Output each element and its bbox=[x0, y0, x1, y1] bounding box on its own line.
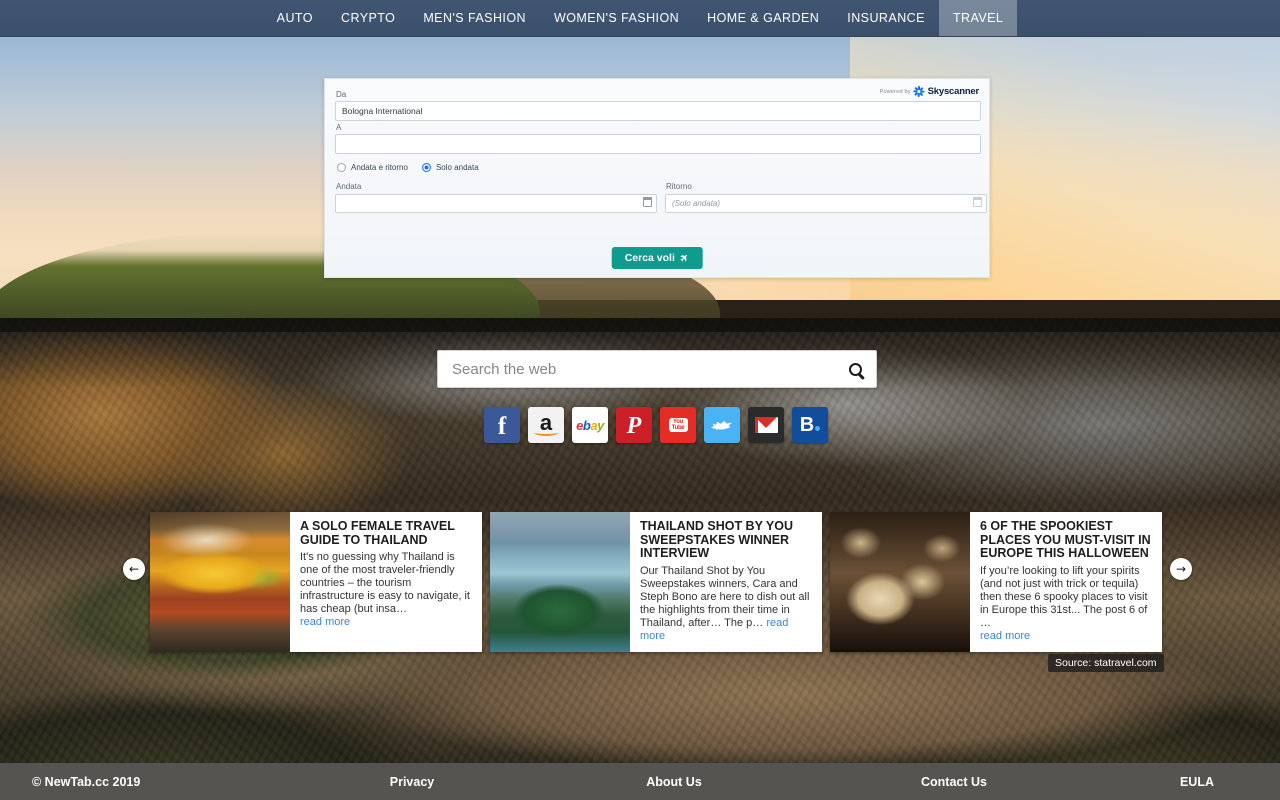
trip-type-group: Andata e ritorno Solo andata bbox=[337, 163, 979, 172]
shortcut-pinterest[interactable]: P bbox=[616, 407, 652, 443]
footer-link-eula[interactable]: EULA bbox=[1096, 775, 1246, 789]
search-submit-button[interactable] bbox=[834, 351, 876, 387]
article-card[interactable]: 6 OF THE SPOOKIEST PLACES YOU MUST-VISIT… bbox=[830, 512, 1162, 652]
nav-item-home-garden[interactable]: HOME & GARDEN bbox=[693, 0, 833, 36]
shortcut-booking[interactable]: B bbox=[792, 407, 828, 443]
nav-item-insurance[interactable]: INSURANCE bbox=[833, 0, 939, 36]
date-fields-row: Andata Ritorno bbox=[335, 180, 987, 213]
article-title: 6 OF THE SPOOKIEST PLACES YOU MUST-VISIT… bbox=[980, 519, 1151, 560]
article-card[interactable]: THAILAND SHOT BY YOU SWEEPSTAKES WINNER … bbox=[490, 512, 822, 652]
twitter-bird-icon bbox=[711, 416, 733, 434]
depart-date-label: Andata bbox=[336, 182, 362, 191]
shortcut-amazon[interactable]: a bbox=[528, 407, 564, 443]
footer-link-contact-us[interactable]: Contact Us bbox=[812, 775, 1096, 789]
return-date-input[interactable] bbox=[665, 194, 987, 213]
skyscanner-wordmark: Skyscanner bbox=[927, 86, 980, 97]
page-footer: © NewTab.cc 2019 Privacy About Us Contac… bbox=[0, 763, 1280, 800]
amazon-smile-icon bbox=[534, 429, 558, 436]
article-excerpt: It's no guessing why Thailand is one of … bbox=[300, 551, 472, 629]
article-excerpt-text: If you’re looking to lift your spirits (… bbox=[980, 564, 1148, 629]
nav-item-womens-fashion[interactable]: WOMEN'S FASHION bbox=[540, 0, 693, 36]
search-input[interactable] bbox=[438, 351, 834, 387]
destination-input[interactable] bbox=[335, 134, 981, 154]
article-excerpt-text: It's no guessing why Thailand is one of … bbox=[300, 551, 470, 615]
booking-icon: B bbox=[800, 415, 821, 435]
radio-round-trip[interactable]: Andata e ritorno bbox=[337, 163, 408, 172]
nav-item-auto[interactable]: AUTO bbox=[263, 0, 327, 36]
radio-one-way-dot bbox=[421, 163, 431, 172]
calendar-icon[interactable] bbox=[643, 197, 652, 207]
facebook-icon: f bbox=[497, 413, 507, 440]
destination-label: A bbox=[336, 123, 342, 132]
flight-search-widget: Powered by Skyscanner Da A Andata e rito… bbox=[324, 78, 990, 278]
footer-copyright: © NewTab.cc 2019 bbox=[32, 774, 141, 789]
pinterest-icon: P bbox=[626, 413, 642, 439]
skyscanner-branding: Powered by Skyscanner bbox=[880, 86, 979, 97]
calendar-icon-disabled bbox=[973, 197, 982, 207]
shortcut-youtube[interactable]: You Tube bbox=[660, 407, 696, 443]
skyscanner-burst-icon bbox=[913, 86, 925, 97]
search-flights-button[interactable]: Cerca voli ✈ bbox=[611, 247, 703, 269]
article-body: 6 OF THE SPOOKIEST PLACES YOU MUST-VISIT… bbox=[970, 512, 1162, 652]
background-horizon-band bbox=[0, 318, 1280, 332]
footer-link-about-us[interactable]: About Us bbox=[536, 775, 812, 789]
article-carousel: ← A SOLO FEMALE TRAVEL GUIDE TO THAILAND… bbox=[118, 512, 1192, 662]
ebay-icon: ebay bbox=[576, 417, 604, 433]
article-title: THAILAND SHOT BY YOU SWEEPSTAKES WINNER … bbox=[640, 519, 794, 560]
origin-input[interactable] bbox=[335, 101, 981, 121]
article-excerpt: Our Thailand Shot by You Sweepstakes win… bbox=[640, 565, 812, 643]
airplane-icon: ✈ bbox=[678, 251, 692, 265]
search-icon bbox=[848, 362, 862, 376]
top-navigation-bar: AUTO CRYPTO MEN'S FASHION WOMEN'S FASHIO… bbox=[0, 0, 1280, 37]
search-flights-label: Cerca voli bbox=[624, 252, 675, 264]
article-body: A SOLO FEMALE TRAVEL GUIDE TO THAILAND I… bbox=[290, 512, 482, 652]
shortcut-gmail[interactable] bbox=[748, 407, 784, 443]
footer-link-privacy[interactable]: Privacy bbox=[288, 775, 536, 789]
article-card[interactable]: A SOLO FEMALE TRAVEL GUIDE TO THAILAND I… bbox=[150, 512, 482, 652]
radio-one-way[interactable]: Solo andata bbox=[421, 163, 479, 172]
nav-item-travel[interactable]: TRAVEL bbox=[938, 0, 1018, 36]
article-thumbnail-image bbox=[830, 512, 970, 652]
shortcut-tiles: f a ebay P You Tube B bbox=[484, 407, 828, 443]
source-badge: Source: statravel.com bbox=[1048, 654, 1164, 672]
article-read-more-link[interactable]: read more bbox=[980, 630, 1030, 642]
return-date-label: Ritorno bbox=[666, 182, 692, 191]
article-thumbnail-image bbox=[150, 512, 290, 652]
article-title: A SOLO FEMALE TRAVEL GUIDE TO THAILAND bbox=[300, 519, 455, 547]
depart-date-input[interactable] bbox=[335, 194, 657, 213]
article-body: THAILAND SHOT BY YOU SWEEPSTAKES WINNER … bbox=[630, 512, 822, 652]
carousel-card-list: A SOLO FEMALE TRAVEL GUIDE TO THAILAND I… bbox=[150, 512, 1163, 652]
depart-date-group: Andata bbox=[335, 180, 657, 213]
shortcut-facebook[interactable]: f bbox=[484, 407, 520, 443]
radio-one-way-label: Solo andata bbox=[435, 163, 479, 172]
article-read-more-link[interactable]: read more bbox=[300, 616, 350, 628]
return-date-group: Ritorno bbox=[665, 180, 987, 213]
nav-item-mens-fashion[interactable]: MEN'S FASHION bbox=[409, 0, 540, 36]
nav-item-crypto[interactable]: CRYPTO bbox=[327, 0, 409, 36]
carousel-prev-arrow-icon[interactable]: ← bbox=[123, 558, 145, 580]
radio-round-trip-label: Andata e ritorno bbox=[351, 163, 408, 172]
article-excerpt: If you’re looking to lift your spirits (… bbox=[980, 565, 1152, 643]
shortcut-ebay[interactable]: ebay bbox=[572, 407, 608, 443]
web-search-bar bbox=[437, 350, 877, 388]
article-thumbnail-image bbox=[490, 512, 630, 652]
gmail-envelope-icon bbox=[754, 417, 778, 433]
radio-round-trip-dot bbox=[337, 163, 346, 172]
youtube-icon: You Tube bbox=[668, 418, 688, 432]
shortcut-twitter[interactable] bbox=[704, 407, 740, 443]
powered-by-label: Powered by bbox=[879, 88, 911, 95]
carousel-next-arrow-icon[interactable]: → bbox=[1170, 558, 1192, 580]
